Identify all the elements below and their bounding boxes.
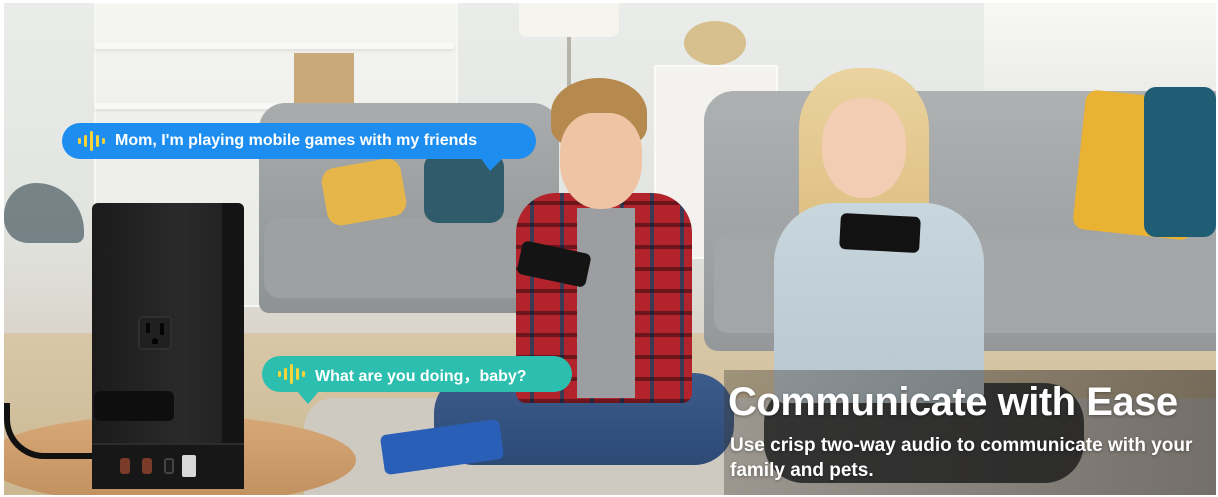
floor-lamp-shade — [519, 3, 619, 37]
usb-c-port — [142, 458, 152, 474]
shelf-board — [94, 43, 454, 49]
power-tower-side — [222, 203, 244, 453]
window — [984, 3, 1216, 93]
sofa-left-seat — [264, 218, 554, 298]
parent-message: What are you doing，baby? — [315, 368, 527, 385]
books — [294, 53, 354, 103]
toy-dinosaur — [4, 183, 84, 243]
teal-pillow — [1144, 87, 1216, 237]
voice-wave-icon — [278, 364, 305, 384]
girl-phone — [839, 212, 921, 254]
kid-speech-bubble: Mom, I'm playing mobile games with my fr… — [62, 123, 536, 171]
kid-message: Mom, I'm playing mobile games with my fr… — [115, 132, 478, 149]
usb-a-port — [182, 455, 196, 477]
usb-c-port — [164, 458, 174, 474]
boy-face — [560, 113, 642, 209]
subheadline: Use crisp two-way audio to communicate w… — [730, 435, 1193, 481]
boy-tshirt — [577, 208, 635, 398]
girl-face — [822, 98, 906, 198]
decor-vase — [684, 21, 746, 65]
voice-wave-icon — [78, 131, 105, 151]
usb-c-port — [120, 458, 130, 474]
parent-speech-bubble: What are you doing，baby? — [262, 356, 572, 404]
headline: Communicate with Ease — [728, 380, 1178, 424]
plug — [94, 391, 174, 421]
ac-outlet — [138, 316, 172, 350]
